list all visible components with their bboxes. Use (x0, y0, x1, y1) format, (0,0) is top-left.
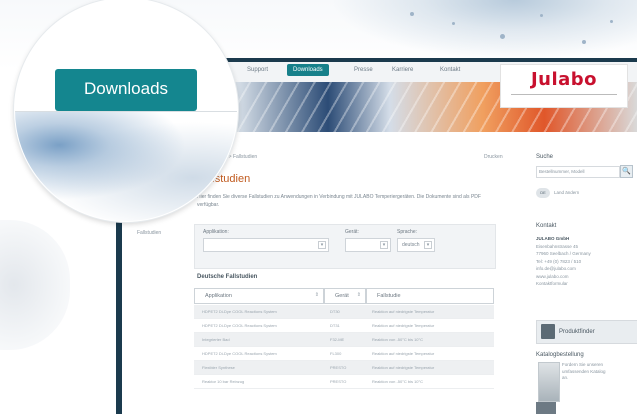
katalog-heading: Katalogbestellung (536, 352, 584, 358)
cell-fallstudie[interactable]: Reaktion auf niedrigste Temperatur (372, 323, 434, 328)
water-splash-decoration (330, 0, 637, 60)
sort-icon: ⇕ (356, 292, 361, 298)
table-row[interactable]: HDPET2 Di-Dye COOL Reactions System DT31… (194, 319, 494, 333)
cell-fallstudie[interactable]: Reaktion von -50°C bis 10°C (372, 379, 423, 384)
cell-applikation: Integrierter Bad (202, 337, 230, 342)
droplet (452, 22, 455, 25)
lens-hero-texture (15, 112, 237, 221)
cell-applikation: Flexibler Synthese (202, 365, 235, 370)
globe-icon[interactable]: DE (536, 188, 550, 198)
table-row[interactable]: HDPET2 Di-Dye COOL Reactions System DT30… (194, 305, 494, 319)
sprache-label: Sprache: (397, 229, 418, 235)
cell-fallstudie[interactable]: Reaktion auf niedrigste Temperatur (372, 351, 434, 356)
search-icon[interactable]: 🔍 (620, 165, 633, 178)
catalog-image[interactable] (538, 362, 560, 402)
nav-item-presse[interactable]: Presse (354, 67, 373, 73)
downloads-button-label: Downloads (83, 79, 169, 98)
kontakt-heading: Kontakt (536, 223, 557, 229)
address-city: 77960 Seelbach / Germany (536, 251, 591, 256)
sidebar-link-fallstudien[interactable]: Fallstudien (137, 230, 161, 236)
cell-applikation: HDPET2 Di-Dye COOL Reactions System (202, 351, 277, 356)
nav-item-karriere[interactable]: Karriere (392, 67, 413, 73)
droplet (582, 40, 586, 44)
column-label: Gerät (335, 293, 349, 299)
cell-geraet: FL300 (330, 351, 342, 356)
chevron-down-icon: ▾ (424, 241, 432, 249)
droplet (540, 14, 543, 17)
droplet (410, 12, 414, 16)
cell-fallstudie[interactable]: Reaktion von -50°C bis 10°C (372, 337, 423, 342)
address-street: Eisenbahnstrasse 45 (536, 243, 579, 249)
nav-item-kontakt[interactable]: Kontakt (440, 67, 460, 73)
table-row[interactable]: Integrierter Bad F32-ME Reaktion von -50… (194, 333, 494, 347)
cell-geraet: DT31 (330, 323, 340, 328)
cell-geraet: DT30 (330, 309, 340, 314)
sprache-value: deutsch (402, 242, 420, 248)
search-placeholder: Bestellnummer, Modell (539, 169, 585, 174)
cell-geraet: PRESTO (330, 379, 347, 384)
droplet (610, 20, 613, 23)
contact-form-link[interactable]: Kontaktformular (536, 280, 591, 288)
lab-coat-decoration (0, 220, 70, 350)
search-input[interactable]: Bestellnummer, Modell (536, 166, 620, 178)
sprache-select[interactable]: deutsch ▾ (397, 238, 435, 252)
table-row[interactable]: HDPET2 Di-Dye COOL Reactions System FL30… (194, 347, 494, 361)
cell-geraet: PRESTO (330, 365, 347, 370)
downloads-button-magnified[interactable]: Downloads (55, 69, 197, 111)
print-link[interactable]: Drucken (484, 154, 503, 160)
logo-wordmark: Julabo (530, 69, 598, 90)
geraet-label: Gerät: (345, 229, 359, 235)
column-label: Applikation (205, 293, 232, 299)
chevron-down-icon: ▾ (380, 241, 388, 249)
chevron-down-icon: ▾ (318, 241, 326, 249)
katalog-text: Fordern Sie unseren umfassenden Katalog … (562, 362, 606, 380)
cell-applikation: HDPET2 Di-Dye COOL Reactions System (202, 309, 277, 314)
column-header-geraet[interactable]: Gerät ⇕ (324, 288, 366, 304)
column-label: Fallstudie (377, 293, 401, 299)
produktfinder-button[interactable]: Produktfinder (536, 320, 637, 344)
table-row[interactable]: Flexibler Synthese PRESTO Reaktion auf n… (194, 361, 494, 375)
cell-geraet: F32-ME (330, 337, 345, 342)
device-icon (541, 324, 555, 339)
julabo-logo[interactable]: Julabo (500, 64, 628, 108)
geraet-select[interactable]: ▾ (345, 238, 391, 252)
change-country-link[interactable]: Land ändern (554, 190, 579, 195)
column-header-applikation[interactable]: Applikation ⇕ (194, 288, 324, 304)
device-thumbnail (536, 402, 556, 414)
applikation-select[interactable]: ▾ (203, 238, 329, 252)
cell-fallstudie[interactable]: Reaktion auf niedrigste Temperatur (372, 365, 434, 370)
search-heading: Suche (536, 154, 554, 160)
website-link[interactable]: www.julabo.com (536, 273, 591, 281)
table-heading: Deutsche Fallstudien (197, 274, 258, 280)
logo-tagline (511, 93, 617, 97)
table-row[interactable]: Reaktor 10 bar Reinzug PRESTO Reaktion v… (194, 375, 494, 389)
magnifier-lens: Downloads (14, 0, 238, 222)
filter-panel: Applikation: Gerät: Sprache: ▾ ▾ deutsch… (194, 224, 496, 269)
nav-item-downloads[interactable]: Downloads (287, 64, 329, 76)
cell-applikation: HDPET2 Di-Dye COOL Reactions System (202, 323, 277, 328)
kontakt-block: JULABO GmbH Eisenbahnstrasse 45 77960 Se… (536, 235, 591, 288)
column-header-fallstudie[interactable]: Fallstudie (366, 288, 494, 304)
droplet (500, 34, 505, 39)
nav-item-support[interactable]: Support (247, 67, 268, 73)
applikation-label: Applikation: (203, 229, 229, 235)
produktfinder-label: Produktfinder (559, 329, 595, 335)
company-name: JULABO GmbH (536, 236, 570, 241)
email-link[interactable]: info.de@julabo.com (536, 265, 591, 273)
phone: Tel: +49 (0) 7823 / 510 (536, 258, 582, 264)
cell-fallstudie[interactable]: Reaktion auf niedrigste Temperatur (372, 309, 434, 314)
cell-applikation: Reaktor 10 bar Reinzug (202, 379, 245, 384)
sort-icon: ⇕ (314, 292, 319, 298)
intro-text: Hier finden Sie diverse Fallstudien zu A… (197, 194, 481, 208)
